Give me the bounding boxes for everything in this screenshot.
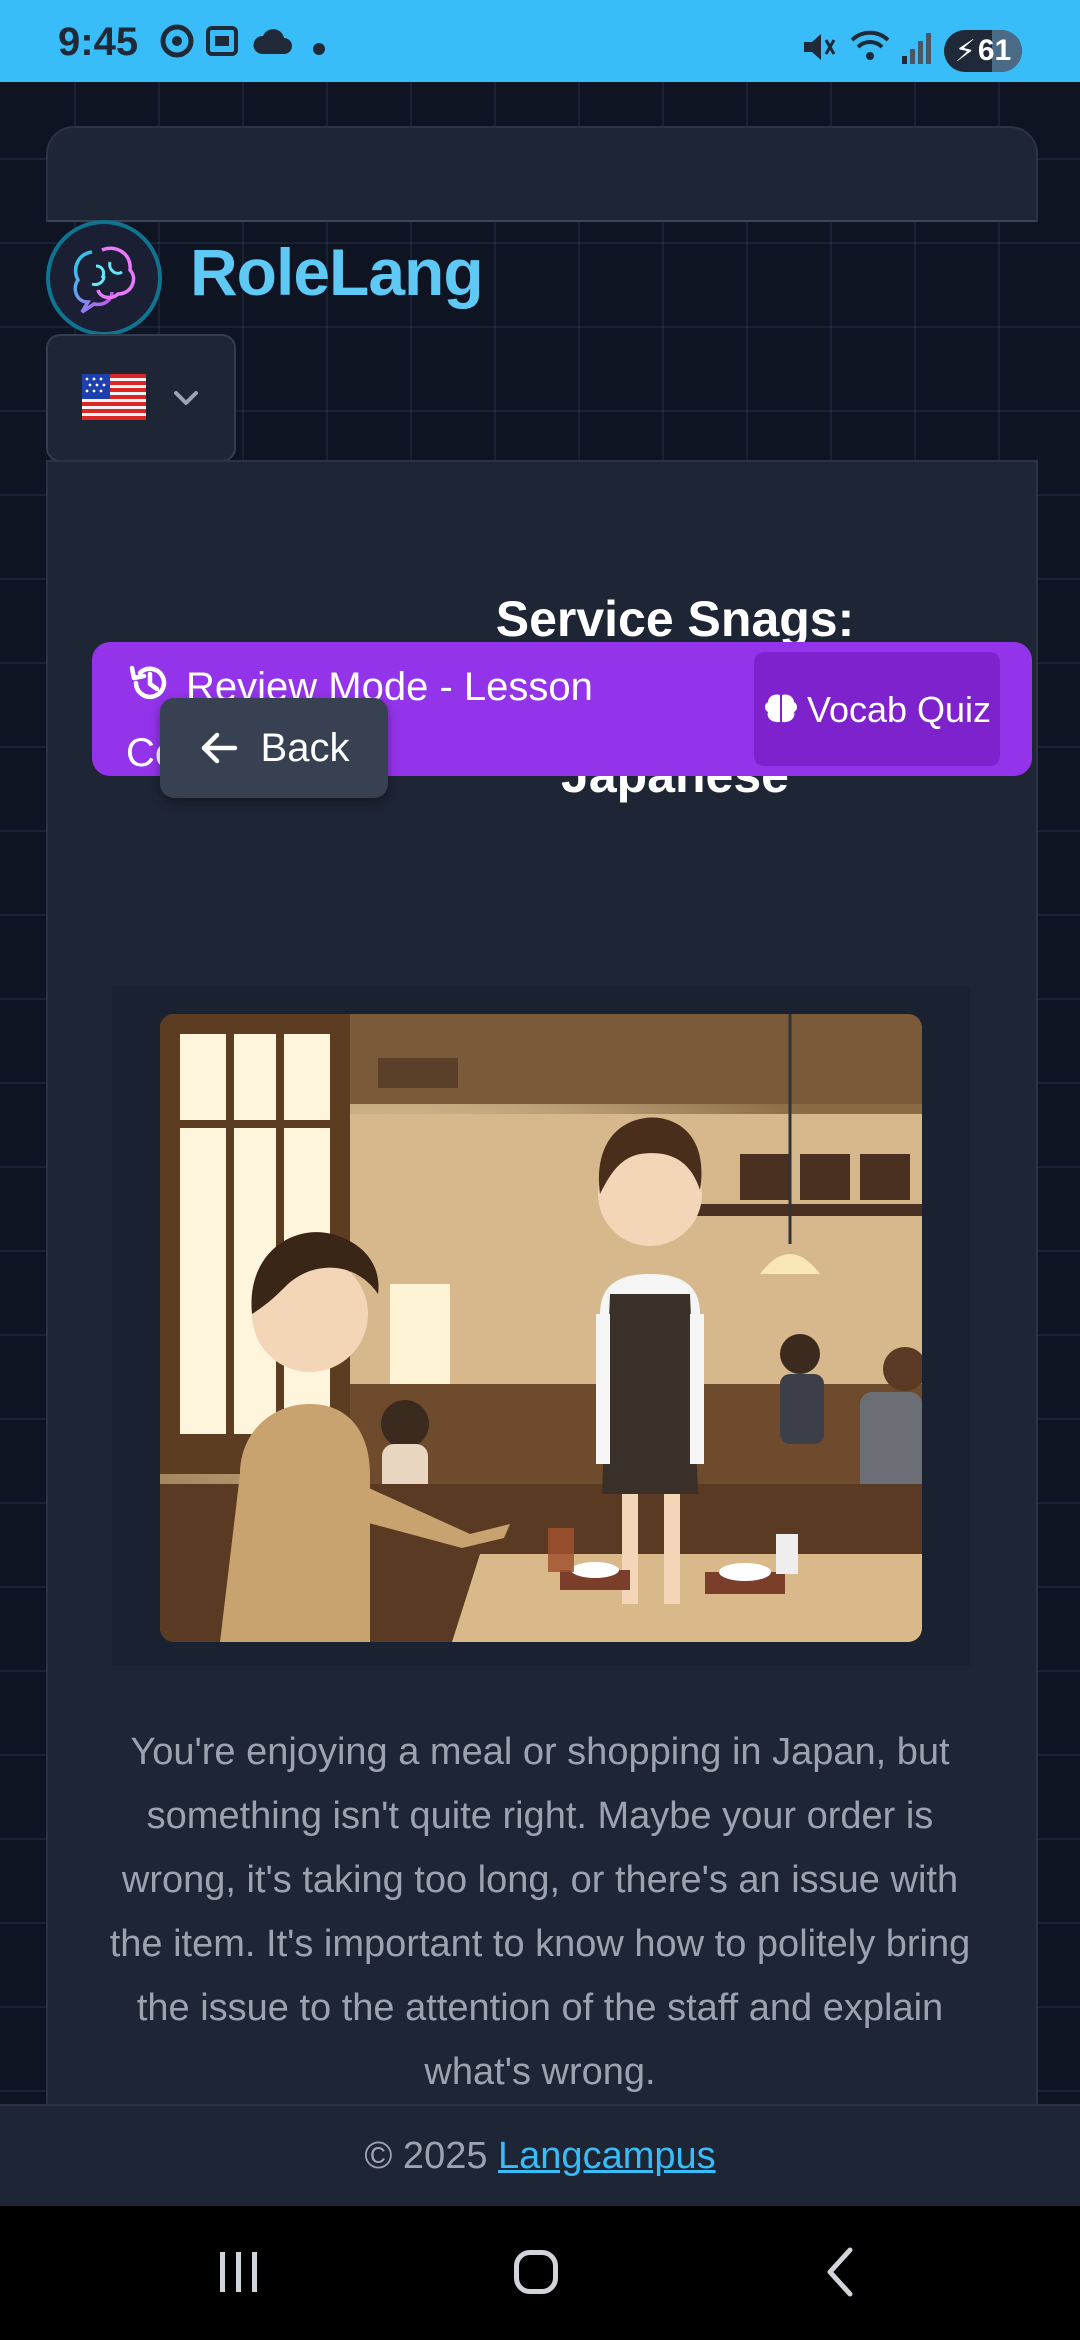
chrome-icon bbox=[160, 24, 194, 58]
wifi-icon bbox=[850, 30, 890, 60]
brain-icon bbox=[764, 693, 797, 722]
nav-back-icon[interactable] bbox=[822, 2246, 858, 2298]
footer: © 2025 Langcampus bbox=[0, 2104, 1080, 2208]
app-brand-name: RoleLang bbox=[190, 235, 484, 309]
dot-icon bbox=[313, 43, 325, 55]
history-icon bbox=[129, 665, 167, 700]
vocab-quiz-button[interactable]: Vocab Quiz bbox=[754, 652, 1000, 766]
back-button[interactable]: Back bbox=[160, 698, 388, 798]
chevron-down-icon bbox=[174, 391, 198, 405]
system-nav-bar bbox=[0, 2206, 1080, 2340]
langcampus-link[interactable]: Langcampus bbox=[498, 2135, 716, 2177]
language-selector[interactable] bbox=[46, 334, 236, 462]
signal-icon bbox=[902, 33, 931, 64]
vocab-quiz-label: Vocab Quiz bbox=[806, 688, 992, 730]
brain-chat-logo-icon bbox=[73, 246, 136, 314]
cloud-icon bbox=[253, 29, 292, 54]
cafe-scene-illustration bbox=[160, 1014, 922, 1642]
battery-indicator: ⚡ 61 bbox=[944, 30, 1022, 72]
arrow-left-icon bbox=[201, 732, 237, 764]
status-bar: 9:45 ⚡ 61 bbox=[0, 0, 1080, 82]
home-icon[interactable] bbox=[514, 2250, 558, 2294]
lesson-description: You're enjoying a meal or shopping in Ja… bbox=[109, 1731, 971, 2093]
app-logo bbox=[46, 220, 162, 336]
status-time: 9:45 bbox=[58, 20, 139, 64]
screenshot-icon bbox=[206, 26, 238, 56]
mute-icon bbox=[804, 34, 836, 60]
us-flag-icon bbox=[82, 374, 146, 420]
recent-apps-icon[interactable] bbox=[216, 2250, 262, 2294]
back-button-label: Back bbox=[260, 725, 350, 770]
copyright-text: © 2025 bbox=[364, 2135, 488, 2177]
header-card bbox=[46, 126, 1038, 222]
